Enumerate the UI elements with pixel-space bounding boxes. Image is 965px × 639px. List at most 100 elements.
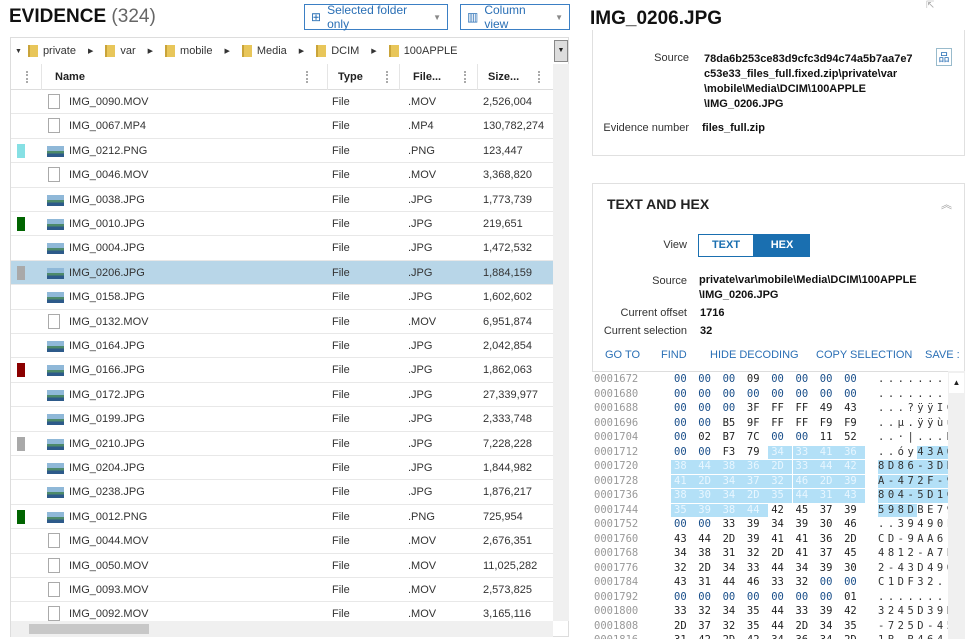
hex-byte[interactable]: 43 xyxy=(841,489,866,503)
hex-byte[interactable]: 35 xyxy=(841,620,865,634)
hex-byte[interactable]: 2D xyxy=(816,474,842,488)
hex-byte[interactable]: 30 xyxy=(841,562,865,576)
breadcrumb-item[interactable]: private xyxy=(27,45,76,58)
hex-byte[interactable]: 00 xyxy=(768,373,792,387)
hex-byte[interactable]: FF xyxy=(793,402,817,416)
hex-byte[interactable]: 41 xyxy=(816,445,842,459)
hex-byte[interactable]: 44 xyxy=(768,620,792,634)
chevron-right-icon[interactable]: ▶ xyxy=(88,47,93,55)
hex-byte[interactable]: 37 xyxy=(817,547,841,561)
hex-byte[interactable]: 2D xyxy=(841,634,865,639)
hex-byte[interactable]: 32 xyxy=(720,620,744,634)
hex-byte[interactable]: 38 xyxy=(719,503,744,517)
hex-byte[interactable]: 39 xyxy=(841,504,865,518)
hex-byte[interactable]: 41 xyxy=(671,474,696,488)
hex-byte[interactable]: 79 xyxy=(744,446,768,460)
table-row[interactable]: IMG_0132.MOV File .MOV 6,951,874 xyxy=(11,310,553,334)
breadcrumb-item[interactable]: Media xyxy=(241,45,287,58)
hex-byte[interactable]: 46 xyxy=(841,518,865,532)
hierarchy-icon[interactable]: 品 xyxy=(936,48,952,66)
breadcrumb-dropdown[interactable]: ▼ xyxy=(554,40,568,62)
hex-byte[interactable]: 00 xyxy=(671,373,695,387)
hex-ascii[interactable]: 4812-A7E xyxy=(878,547,948,561)
hex-byte[interactable]: 42 xyxy=(695,634,719,639)
caret-down-icon[interactable]: ▼ xyxy=(15,48,22,55)
hex-byte[interactable]: 41 xyxy=(768,533,792,547)
hex-byte[interactable]: 42 xyxy=(841,460,866,474)
find-button[interactable]: FIND xyxy=(661,349,687,361)
hex-byte[interactable]: 2D xyxy=(768,460,793,474)
breadcrumb-item[interactable]: var xyxy=(105,45,136,58)
hex-byte[interactable]: 00 xyxy=(793,373,817,387)
hex-byte[interactable]: 00 xyxy=(695,388,719,402)
table-row[interactable]: IMG_0004.JPG File .JPG 1,472,532 xyxy=(11,236,553,261)
hex-byte[interactable]: 39 xyxy=(817,562,841,576)
hex-byte[interactable]: 00 xyxy=(671,446,695,460)
table-row[interactable]: IMG_0093.MOV File .MOV 2,573,825 xyxy=(11,578,553,603)
hex-byte[interactable]: 00 xyxy=(841,388,865,402)
hex-byte[interactable]: 00 xyxy=(744,591,768,605)
hex-byte[interactable]: 44 xyxy=(816,460,842,474)
hex-byte[interactable]: B5 xyxy=(720,417,744,431)
hex-byte[interactable]: 34 xyxy=(720,605,744,619)
hex-byte[interactable]: 42 xyxy=(841,605,865,619)
hex-byte[interactable]: 41 xyxy=(793,547,817,561)
breadcrumb-item[interactable]: mobile xyxy=(165,45,212,58)
table-row[interactable]: IMG_0012.PNG File .PNG 725,954 xyxy=(11,505,553,530)
table-row[interactable]: IMG_0067.MP4 File .MP4 130,782,274 xyxy=(11,114,553,139)
hex-byte[interactable]: 34 xyxy=(719,474,744,488)
hex-byte[interactable]: 36 xyxy=(743,460,769,474)
hex-ascii[interactable]: 804-5D1C xyxy=(878,489,948,503)
hex-byte[interactable]: 38 xyxy=(719,460,744,474)
hex-byte[interactable]: 9F xyxy=(744,417,768,431)
hex-byte[interactable]: 34 xyxy=(793,562,817,576)
column-header-type[interactable]: Type xyxy=(327,64,399,90)
hex-byte[interactable]: 34 xyxy=(817,620,841,634)
go-to-button[interactable]: GO TO xyxy=(605,349,640,361)
hex-ascii[interactable]: A-472F-9 xyxy=(878,475,948,489)
hex-ascii[interactable]: ..µ.ÿÿùù xyxy=(878,417,948,431)
hex-byte[interactable]: 35 xyxy=(671,503,696,517)
column-grip[interactable] xyxy=(464,71,466,83)
hex-byte[interactable]: 38 xyxy=(671,460,696,474)
hex-byte[interactable]: F3 xyxy=(720,446,744,460)
hex-byte[interactable]: FF xyxy=(793,417,817,431)
hex-ascii[interactable]: 2-43D490 xyxy=(878,562,948,576)
hex-ascii[interactable]: 8D86-3DB xyxy=(878,460,948,474)
save-button[interactable]: SAVE : xyxy=(925,349,960,361)
scroll-up-arrow[interactable]: ▲ xyxy=(949,373,964,393)
view-mode-dropdown[interactable]: ▥ Column view ▼ xyxy=(460,3,570,31)
hex-byte[interactable]: 33 xyxy=(720,518,744,532)
hex-byte[interactable]: 00 xyxy=(841,576,865,590)
hex-byte[interactable]: 39 xyxy=(744,533,768,547)
hex-byte[interactable]: 2D xyxy=(671,620,695,634)
chevron-right-icon[interactable]: ▶ xyxy=(299,47,304,55)
hex-byte[interactable]: 39 xyxy=(744,518,768,532)
hex-byte[interactable]: 33 xyxy=(792,445,817,459)
hex-byte[interactable]: 00 xyxy=(671,417,695,431)
hex-viewer[interactable]: 00016720000000900000000........000168000… xyxy=(592,371,948,639)
hex-byte[interactable]: 45 xyxy=(793,504,817,518)
hex-byte[interactable]: 00 xyxy=(671,591,695,605)
hex-byte[interactable]: 39 xyxy=(817,605,841,619)
hex-byte[interactable]: 30 xyxy=(695,489,720,503)
table-row[interactable]: IMG_0092.MOV File .MOV 3,165,116 xyxy=(11,602,553,621)
hex-byte[interactable]: 00 xyxy=(695,591,719,605)
hex-byte[interactable]: 34 xyxy=(768,634,792,639)
hex-byte[interactable]: 34 xyxy=(768,445,793,459)
hex-byte[interactable]: 00 xyxy=(768,591,792,605)
hex-byte[interactable]: 39 xyxy=(841,474,866,488)
table-row[interactable]: IMG_0158.JPG File .JPG 1,602,602 xyxy=(11,285,553,310)
column-header-name[interactable]: Name xyxy=(41,64,327,90)
hex-byte[interactable]: 37 xyxy=(695,620,719,634)
hex-view-toggle[interactable]: HEX xyxy=(754,234,810,257)
hex-byte[interactable]: 33 xyxy=(768,576,792,590)
hex-ascii[interactable]: CD-9AA6- xyxy=(878,533,948,547)
hex-byte[interactable]: 34 xyxy=(768,518,792,532)
hex-byte[interactable]: 00 xyxy=(768,388,792,402)
chevron-right-icon[interactable]: ▶ xyxy=(224,47,229,55)
table-row[interactable]: IMG_0044.MOV File .MOV 2,676,351 xyxy=(11,529,553,554)
table-row[interactable]: IMG_0212.PNG File .PNG 123,447 xyxy=(11,139,553,164)
breadcrumb-item[interactable]: 100APPLE xyxy=(388,45,458,58)
hex-byte[interactable]: 00 xyxy=(817,373,841,387)
